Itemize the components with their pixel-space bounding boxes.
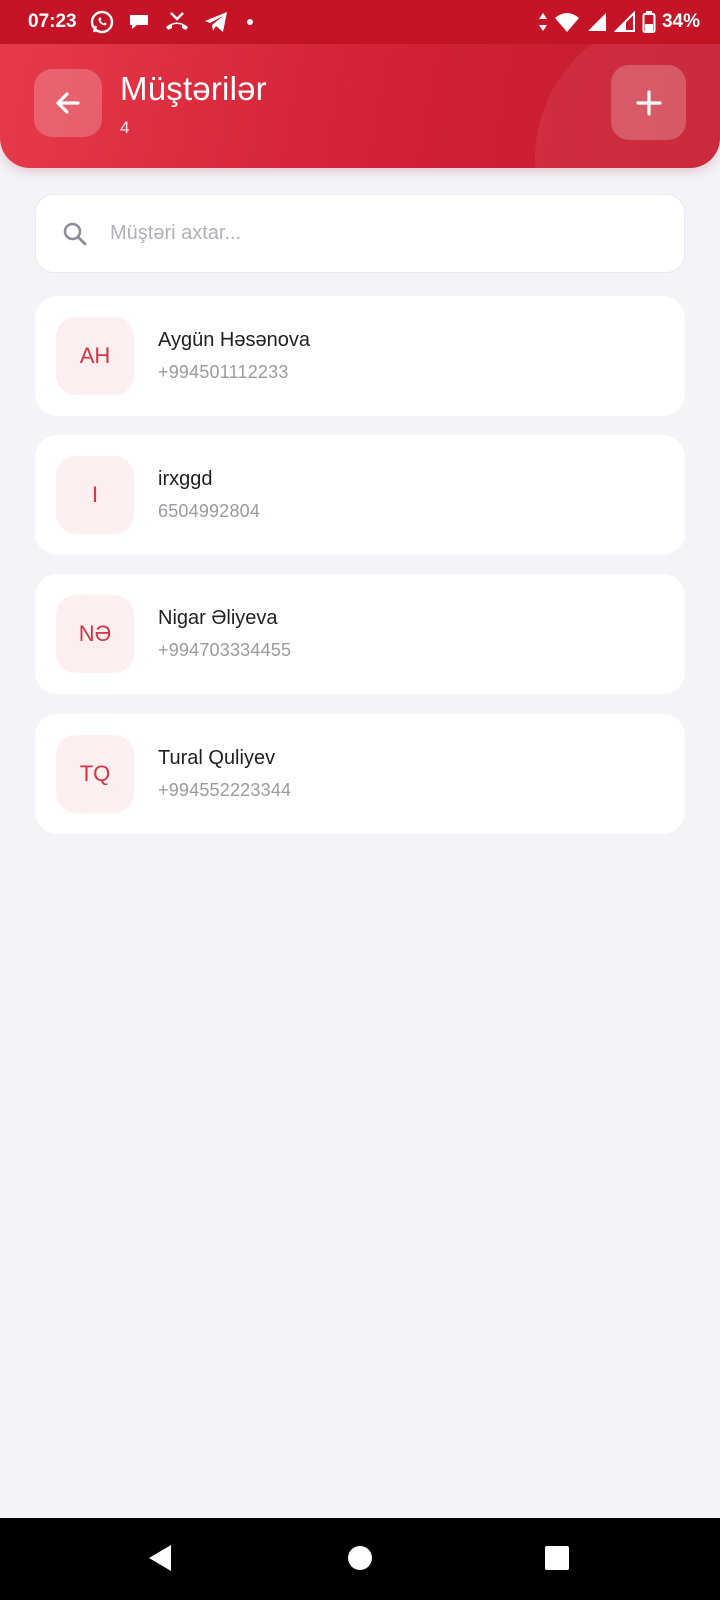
app-header: Müştərilər 4: [0, 44, 720, 168]
search-input[interactable]: [110, 195, 670, 272]
notification-dot-icon: [246, 19, 253, 25]
page-title: Müştərilər: [120, 70, 267, 107]
telegram-icon: [203, 10, 229, 34]
customer-name: Tural Quliyev: [158, 747, 276, 769]
customer-name: Nigar Əliyeva: [158, 607, 278, 629]
avatar: TQ: [56, 735, 134, 813]
back-triangle-icon: [149, 1545, 171, 1571]
nav-recents-button[interactable]: [537, 1538, 577, 1578]
recents-square-icon: [545, 1546, 569, 1570]
customer-phone: +994703334455: [158, 640, 292, 660]
customer-card[interactable]: I irxggd 6504992804: [35, 435, 685, 555]
search-bar: [35, 194, 685, 273]
customer-phone: +994552223344: [158, 780, 292, 800]
battery-percent: 34%: [661, 11, 700, 32]
battery-icon: [642, 10, 656, 34]
missed-call-icon: [163, 10, 191, 34]
customer-phone: +994501112233: [158, 362, 289, 382]
wifi-icon: [554, 11, 580, 33]
home-circle-icon: [348, 1546, 372, 1570]
signal-icon: [613, 11, 636, 33]
customer-name: irxggd: [158, 468, 213, 490]
system-nav-bar: [0, 1518, 720, 1600]
chat-bubble-icon: [127, 10, 151, 34]
add-customer-button[interactable]: [611, 65, 686, 140]
avatar: I: [56, 456, 134, 534]
customer-phone: 6504992804: [158, 501, 261, 521]
whatsapp-icon: [89, 9, 115, 35]
status-left: 07:23: [28, 9, 253, 35]
customer-name: Aygün Həsənova: [158, 329, 310, 351]
data-arrows-icon: [538, 11, 548, 33]
avatar: NƏ: [56, 595, 134, 673]
plus-icon: [635, 89, 662, 116]
search-icon: [63, 222, 87, 246]
customer-count: 4: [120, 118, 130, 137]
customer-card[interactable]: TQ Tural Quliyev +994552223344: [35, 714, 685, 834]
nav-back-button[interactable]: [140, 1538, 180, 1578]
arrow-left-icon: [56, 92, 80, 114]
status-time: 07:23: [28, 11, 77, 32]
status-right: 34%: [538, 10, 700, 34]
nav-home-button[interactable]: [340, 1538, 380, 1578]
status-bar: 07:23 34%: [0, 0, 720, 44]
avatar: AH: [56, 317, 134, 395]
back-button[interactable]: [34, 69, 102, 137]
customer-card[interactable]: NƏ Nigar Əliyeva +994703334455: [35, 574, 685, 694]
signal-icon: [586, 11, 608, 33]
customer-card[interactable]: AH Aygün Həsənova +994501112233: [35, 296, 685, 416]
